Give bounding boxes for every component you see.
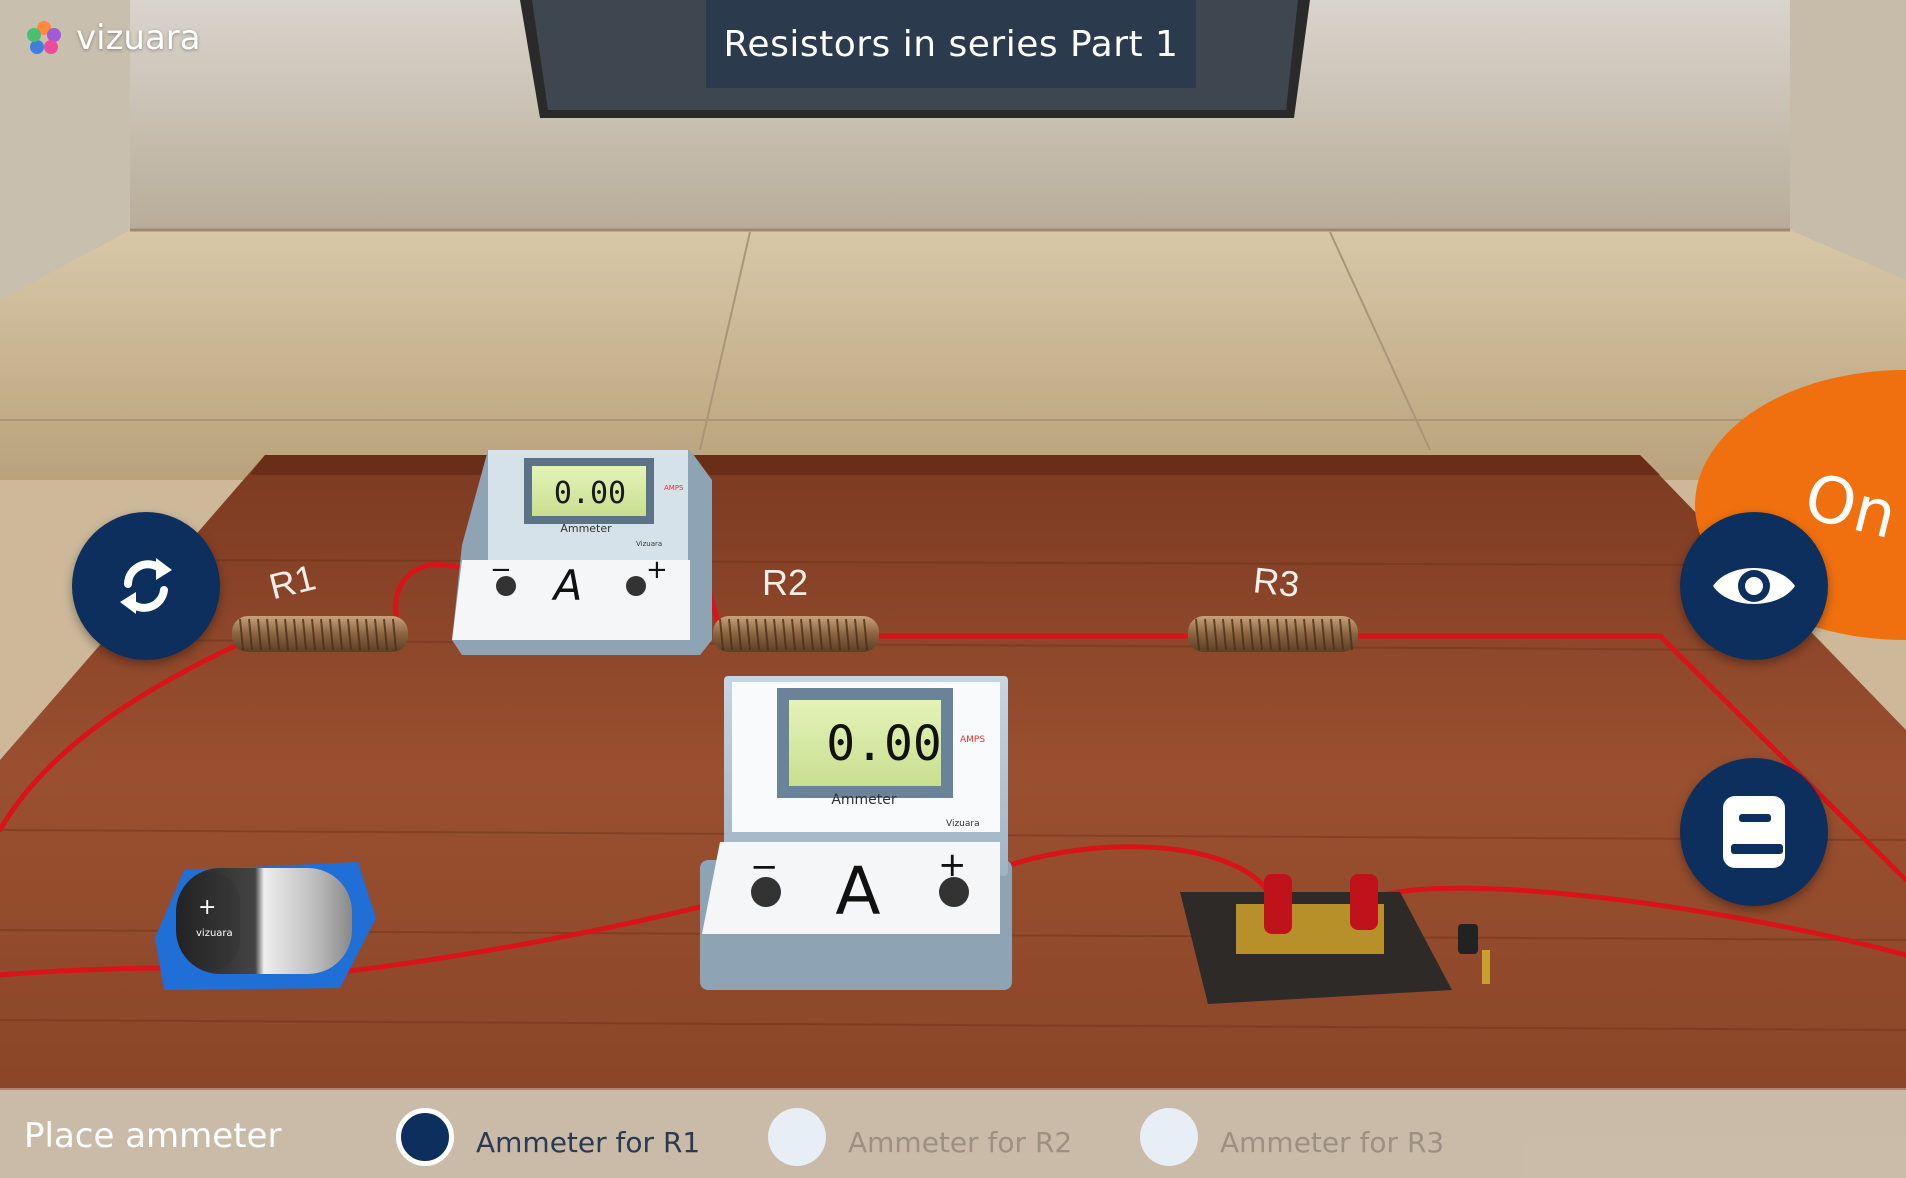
vizuara-logo: vizuara [24, 18, 201, 58]
label-r3: R3 [1251, 559, 1301, 605]
ammeter-large-symbol: A [835, 853, 880, 930]
notebook-icon [1723, 796, 1785, 868]
reset-icon [120, 558, 172, 614]
ammeter-small-symbol: A [551, 561, 583, 610]
simulation-stage: R1 R2 R3 0.00 Ammeter AMPS Vizuara − A +… [0, 0, 1906, 1178]
option-label-r1[interactable]: Ammeter for R1 [476, 1126, 700, 1159]
lab-scene: R1 R2 R3 0.00 Ammeter AMPS Vizuara − A +… [0, 0, 1906, 1090]
ammeter-small-minus: − [490, 555, 512, 585]
ammeter-small-label: Ammeter [560, 522, 612, 535]
ammeter-small-brand: Vizuara [636, 540, 662, 548]
notebook-button[interactable] [1680, 758, 1828, 906]
reset-button[interactable] [72, 512, 220, 660]
ammeter-small[interactable]: 0.00 Ammeter AMPS Vizuara − A + [452, 450, 712, 655]
floor [0, 230, 1906, 480]
radio-ammeter-r1[interactable] [396, 1108, 454, 1166]
vizuara-flower-icon [27, 21, 61, 54]
ammeter-large-reading: 0.00 [826, 716, 942, 772]
battery[interactable]: + vizuara [155, 862, 376, 990]
battery-plus: + [198, 895, 216, 920]
ammeter-large-label: Ammeter [831, 792, 897, 808]
ammeter-large-plus: + [938, 845, 967, 885]
ammeter-small-unit: AMPS [664, 484, 684, 492]
option-label-r3[interactable]: Ammeter for R3 [1220, 1126, 1444, 1159]
instruction-label: Place ammeter [24, 1116, 282, 1156]
ammeter-small-plus: + [646, 555, 668, 585]
label-r2: R2 [762, 562, 808, 603]
battery-brand: vizuara [196, 928, 233, 939]
ammeter-large[interactable]: 0.00 Ammeter AMPS Vizuara − A + [700, 676, 1012, 990]
ammeter-large-minus: − [750, 847, 779, 887]
ammeter-large-brand: Vizuara [946, 819, 980, 829]
brand-name: vizuara [76, 18, 201, 58]
view-button[interactable] [1680, 512, 1828, 660]
ammeter-large-unit: AMPS [960, 735, 985, 745]
radio-ammeter-r2[interactable] [768, 1108, 826, 1166]
option-label-r2[interactable]: Ammeter for R2 [848, 1126, 1072, 1159]
radio-ammeter-r3[interactable] [1140, 1108, 1198, 1166]
ammeter-small-reading: 0.00 [554, 476, 626, 511]
experiment-title: Resistors in series Part 1 [706, 0, 1196, 88]
eye-icon [1713, 568, 1795, 604]
